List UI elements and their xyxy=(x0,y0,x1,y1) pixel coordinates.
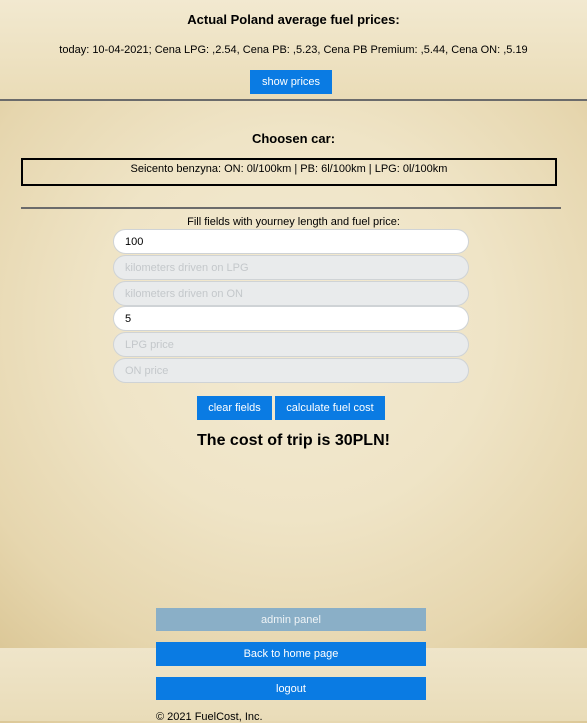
show-prices-button[interactable]: show prices xyxy=(250,70,332,94)
admin-panel-button[interactable]: admin panel xyxy=(156,608,426,631)
journey-length-input[interactable] xyxy=(113,229,469,254)
chosen-car-title: Choosen car: xyxy=(251,131,336,146)
logout-button[interactable]: logout xyxy=(156,677,426,700)
calculate-fuel-cost-button[interactable]: calculate fuel cost xyxy=(275,396,385,420)
back-home-button[interactable]: Back to home page xyxy=(156,642,426,666)
copyright: © 2021 FuelCost, Inc. xyxy=(156,711,263,723)
prices-title: Actual Poland average fuel prices: xyxy=(187,12,400,27)
lpg-price-input[interactable] xyxy=(113,332,469,357)
prices-line: today: 10-04-2021; Cena LPG: ,2.54, Cena… xyxy=(59,44,528,56)
km-lpg-input[interactable] xyxy=(113,255,469,280)
form-hint: Fill fields with yourney length and fuel… xyxy=(187,216,400,228)
pb-price-input[interactable] xyxy=(113,306,469,331)
chosen-car-box: Seicento benzyna: ON: 0l/100km | PB: 6l/… xyxy=(21,158,557,186)
chosen-car-description: Seicento benzyna: ON: 0l/100km | PB: 6l/… xyxy=(130,163,448,175)
trip-cost-result: The cost of trip is 30PLN! xyxy=(197,432,390,449)
clear-fields-button[interactable]: clear fields xyxy=(197,396,272,420)
divider xyxy=(0,99,587,101)
on-price-input[interactable] xyxy=(113,358,469,383)
km-on-input[interactable] xyxy=(113,281,469,306)
divider xyxy=(21,207,561,209)
